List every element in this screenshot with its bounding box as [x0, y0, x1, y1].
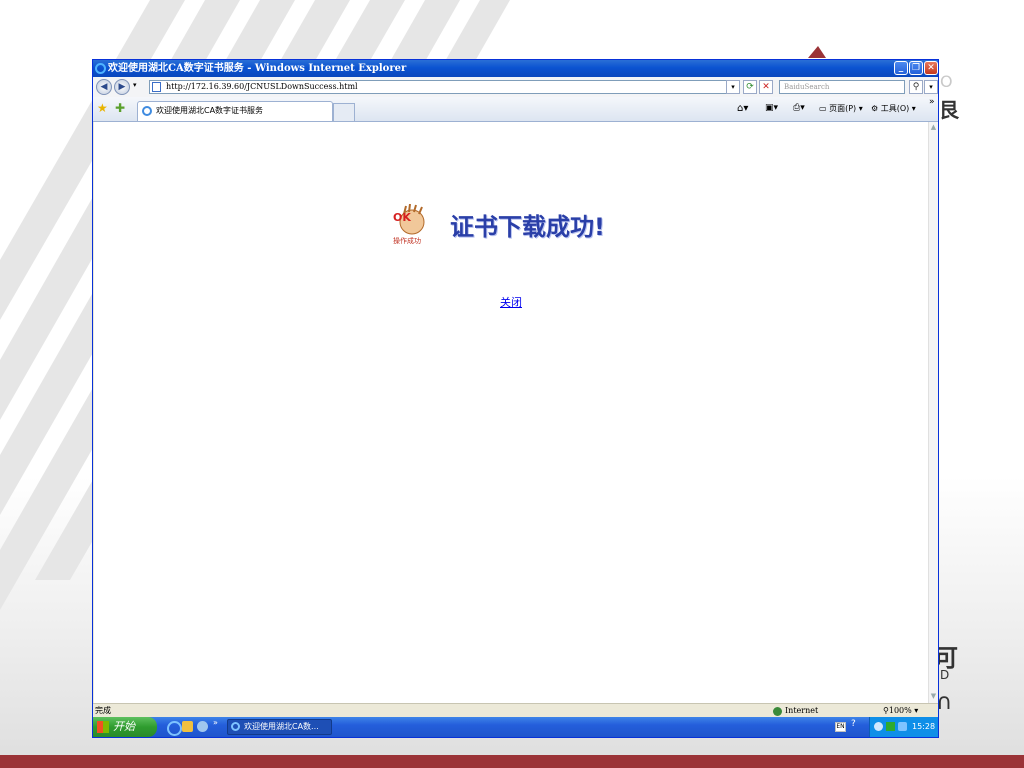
status-text: 完成 — [95, 706, 111, 715]
search-options-icon[interactable]: ▾ — [924, 80, 938, 94]
network-tray-icon[interactable] — [886, 722, 895, 731]
stop-icon[interactable]: ✕ — [759, 80, 773, 94]
page-icon — [152, 82, 161, 92]
restore-button[interactable]: ❐ — [909, 61, 923, 75]
ie-quicklaunch-icon[interactable] — [167, 721, 182, 736]
svg-text:OK: OK — [393, 211, 411, 224]
tools-menu-icon: ⚙ — [871, 104, 879, 113]
address-bar: ◀ ▶ ▾ http://172.16.39.60/JCNUSLDownSucc… — [93, 77, 938, 97]
tools-menu-label: 工具(O) — [880, 104, 910, 113]
page-content: OK 操作成功 证书下载成功! 关闭 — [94, 122, 928, 703]
zoom-level: 100% — [888, 706, 912, 715]
windows-flag-icon — [97, 721, 109, 733]
url-text: http://172.16.39.60/JCNUSLDownSuccess.ht… — [166, 82, 358, 91]
tools-menu[interactable]: ⚙ 工具(O) ▾ — [871, 103, 916, 114]
tab-current[interactable]: 欢迎使用湖北CA数字证书服务 — [137, 101, 333, 121]
scroll-up-icon[interactable]: ▲ — [929, 122, 938, 132]
close-link[interactable]: 关闭 — [500, 294, 522, 310]
slide-logo-fragment: O — [940, 72, 953, 91]
page-menu-icon: ▭ — [819, 104, 827, 113]
quicklaunch-more-icon[interactable]: » — [213, 718, 218, 727]
scroll-down-icon[interactable]: ▼ — [929, 691, 938, 701]
favorites-bar: ★ ✚ 欢迎使用湖北CA数字证书服务 ⌂▾ ▣▾ ⎙▾ ▭ 页面(P) ▾ ⚙ … — [93, 97, 938, 122]
slide-bottom-bar — [0, 755, 1024, 768]
favorites-star-icon[interactable]: ★ — [97, 101, 108, 115]
more-commands-icon[interactable]: » — [929, 97, 935, 107]
globe-icon — [773, 706, 782, 716]
security-zone: Internet — [773, 704, 818, 717]
slide-text-fragment: 艮 — [939, 98, 959, 122]
success-headline: 证书下载成功! — [450, 213, 605, 241]
success-ok-icon: OK 操作成功 — [393, 204, 425, 245]
start-label: 开始 — [113, 720, 135, 733]
back-button[interactable]: ◀ — [96, 79, 112, 95]
page-menu[interactable]: ▭ 页面(P) ▾ — [819, 103, 863, 114]
print-icon[interactable]: ⎙▾ — [793, 103, 805, 113]
status-bar: 完成 Internet ⚲100% ▾ — [93, 703, 938, 718]
input-language-icon[interactable]: EN — [835, 722, 846, 732]
url-input[interactable]: http://172.16.39.60/JCNUSLDownSuccess.ht… — [149, 80, 739, 94]
search-input[interactable]: BaiduSearch — [779, 80, 905, 94]
security-tray-icon[interactable] — [898, 722, 907, 731]
home-icon[interactable]: ⌂▾ — [737, 103, 748, 114]
zone-label: Internet — [785, 706, 819, 715]
media-quicklaunch-icon[interactable] — [197, 721, 208, 732]
ie-logo-icon — [95, 63, 106, 74]
folder-quicklaunch-icon[interactable] — [182, 721, 193, 732]
taskbar-item-ie[interactable]: 欢迎使用湖北CA数... — [227, 719, 332, 735]
ie-task-icon — [231, 722, 240, 731]
taskbar: 开始 » 欢迎使用湖北CA数... EN ? 15:28 — [93, 717, 938, 737]
url-dropdown-icon[interactable]: ▾ — [726, 80, 740, 94]
feeds-icon[interactable]: ▣▾ — [765, 103, 778, 113]
search-icon[interactable]: ⚲ — [909, 80, 923, 94]
help-tray-icon[interactable]: ? — [851, 719, 856, 729]
refresh-icon[interactable]: ⟳ — [743, 80, 757, 94]
new-tab-button[interactable] — [333, 103, 355, 121]
close-window-button[interactable]: ✕ — [924, 61, 938, 75]
add-favorites-icon[interactable]: ✚ — [115, 101, 125, 115]
title-bar[interactable]: 欢迎使用湖北CA数字证书服务 - Windows Internet Explor… — [93, 60, 938, 77]
zoom-control[interactable]: ⚲100% ▾ — [883, 704, 918, 717]
task-label: 欢迎使用湖北CA数... — [244, 722, 319, 731]
clock[interactable]: 15:28 — [912, 717, 935, 737]
window-title: 欢迎使用湖北CA数字证书服务 - Windows Internet Explor… — [108, 63, 407, 74]
ie-tab-icon — [142, 106, 152, 116]
browser-window: 欢迎使用湖北CA数字证书服务 - Windows Internet Explor… — [92, 59, 939, 738]
volume-tray-icon[interactable] — [874, 722, 883, 731]
svg-text:操作成功: 操作成功 — [393, 236, 421, 245]
vertical-scrollbar[interactable]: ▲ ▼ — [928, 122, 938, 703]
system-tray: 15:28 — [869, 717, 938, 737]
page-menu-label: 页面(P) — [829, 104, 857, 113]
slide-text-fragment: D — [940, 668, 950, 682]
forward-button[interactable]: ▶ — [114, 79, 130, 95]
tab-label: 欢迎使用湖北CA数字证书服务 — [156, 106, 264, 115]
minimize-button[interactable]: _ — [894, 61, 908, 75]
history-dropdown-icon[interactable]: ▾ — [133, 81, 137, 89]
start-button[interactable]: 开始 — [93, 717, 157, 737]
